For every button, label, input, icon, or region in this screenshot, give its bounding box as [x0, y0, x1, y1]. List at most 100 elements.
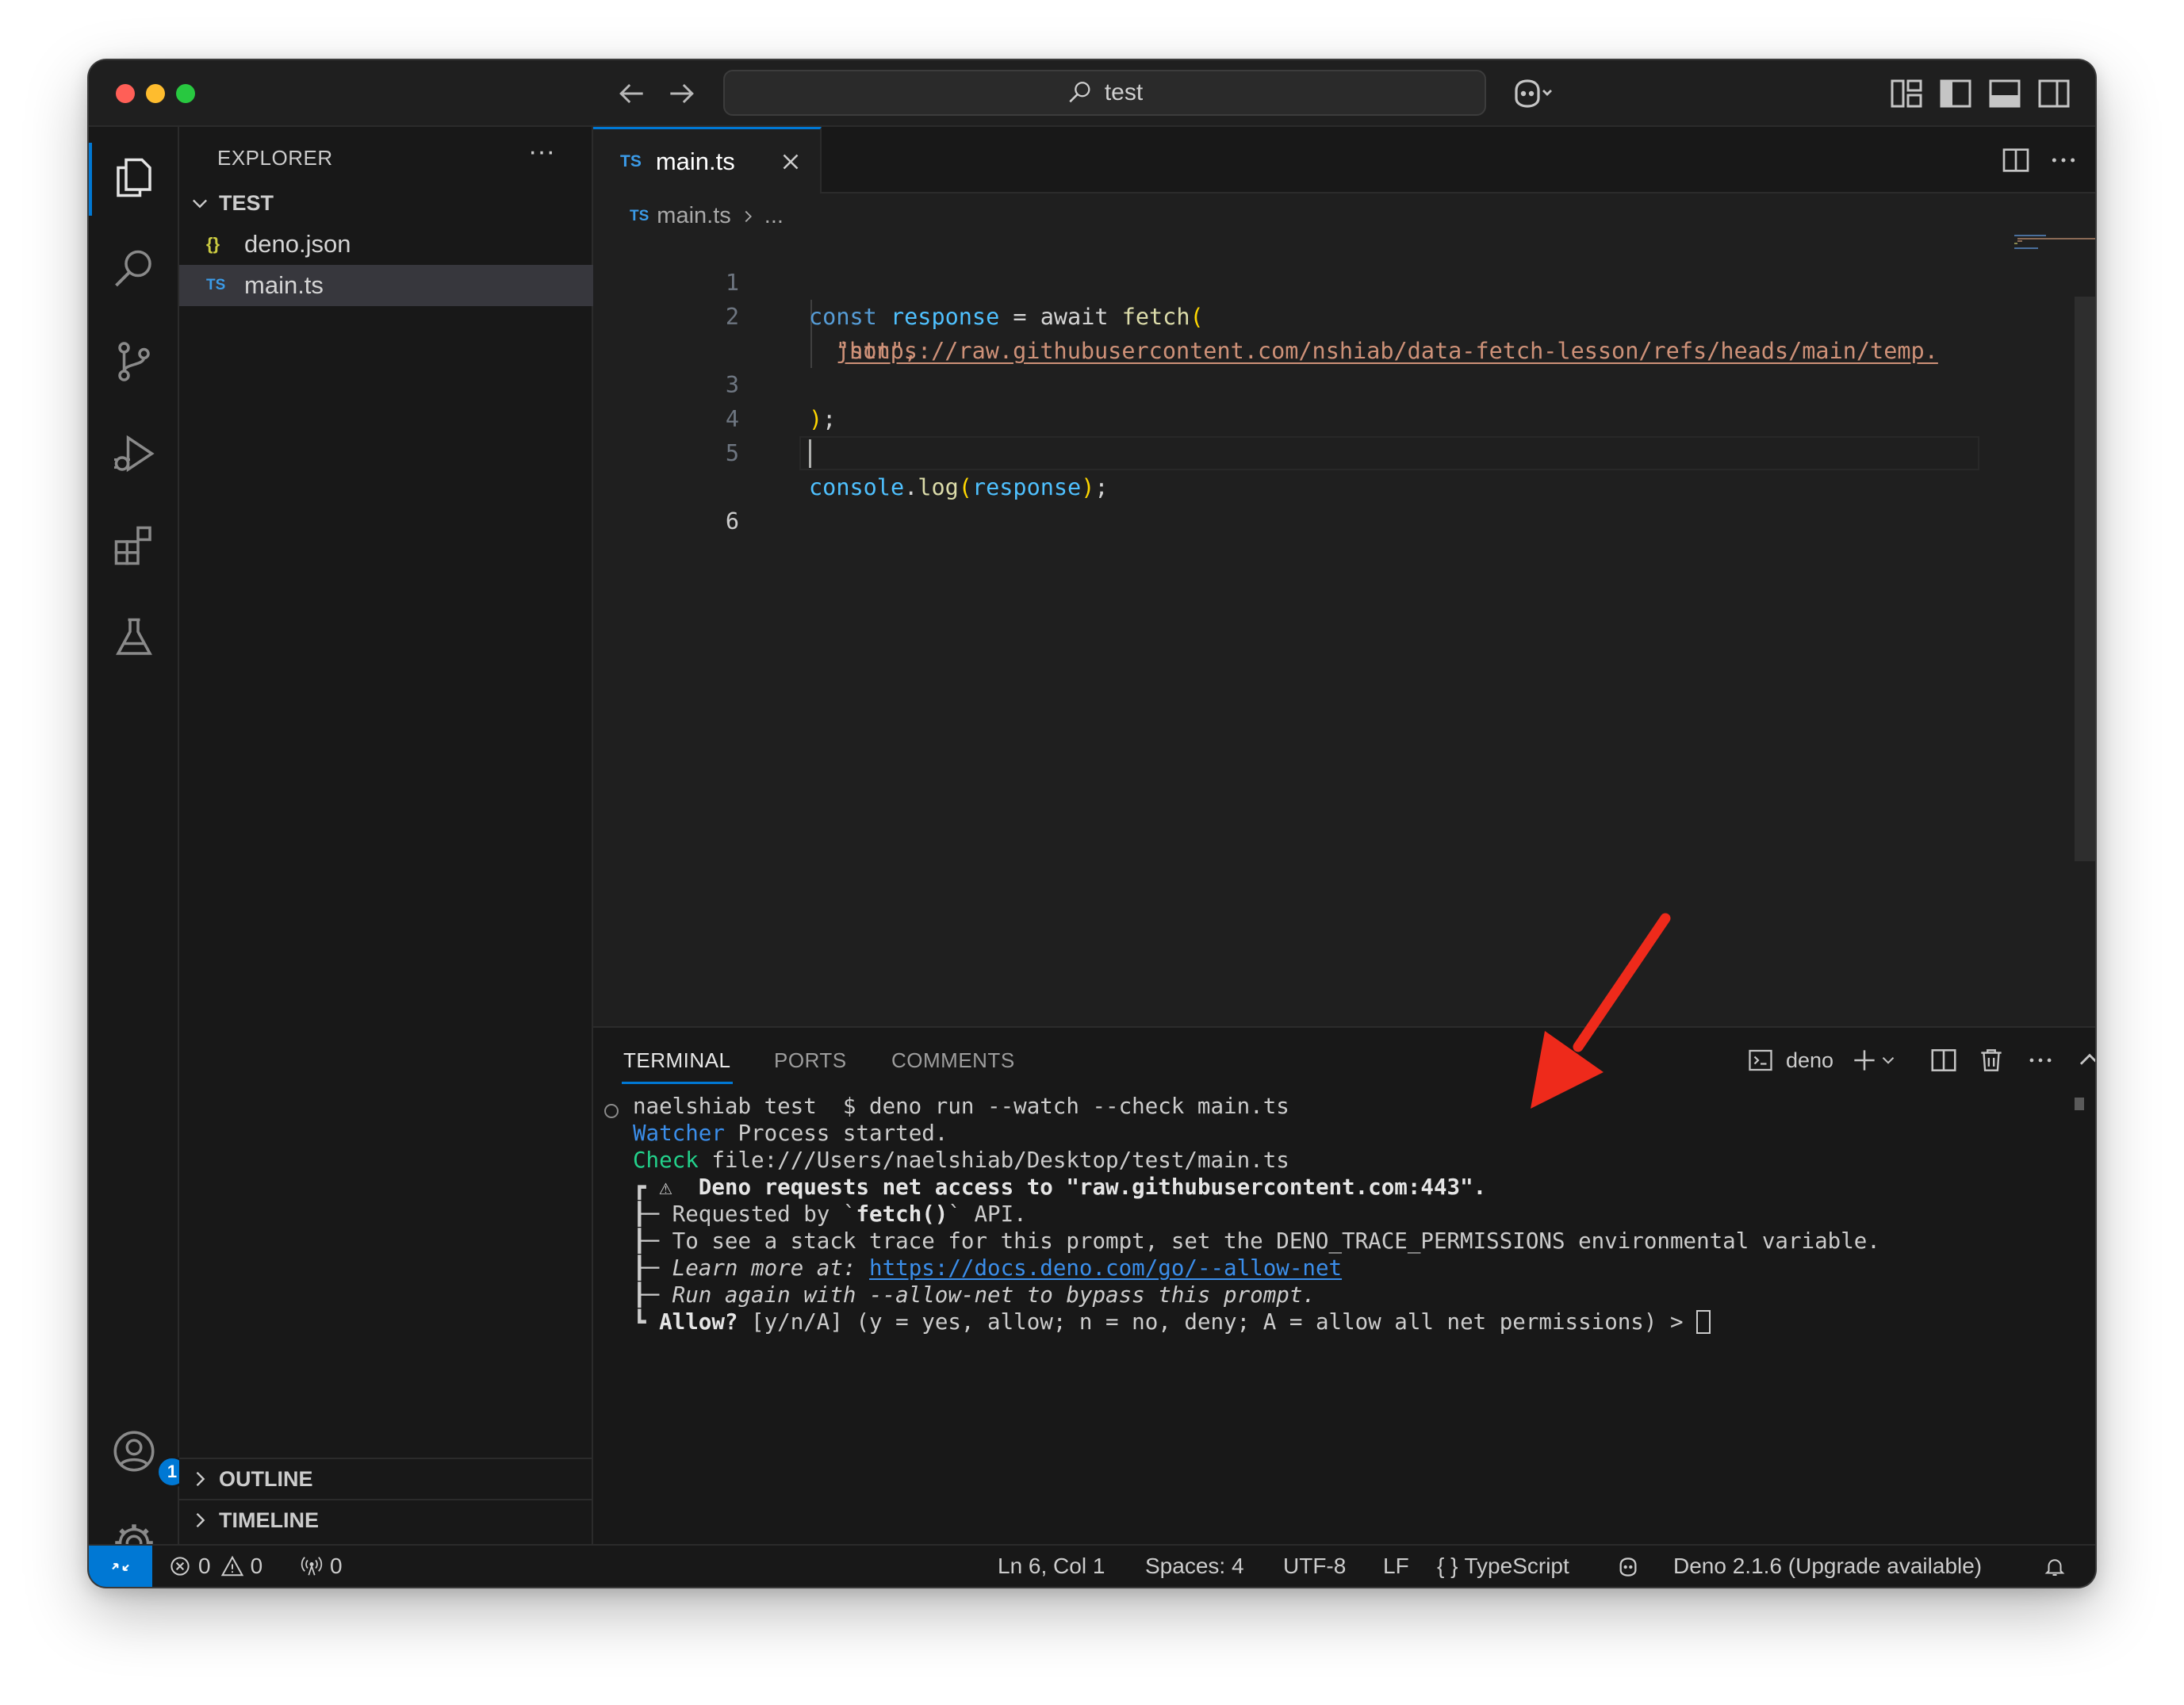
- split-editor-icon[interactable]: [2000, 144, 2032, 176]
- maximize-panel-icon[interactable]: [2075, 1045, 2095, 1075]
- close-window-button[interactable]: [116, 84, 135, 103]
- explorer-more-actions-button[interactable]: ···: [528, 136, 555, 167]
- active-indicator: [89, 143, 92, 216]
- copilot-icon[interactable]: [1510, 75, 1554, 113]
- editor-area: TS main.ts TS main.ts ... 1 const respon…: [593, 127, 2095, 1026]
- back-arrow-icon[interactable]: [614, 76, 649, 111]
- forward-arrow-icon[interactable]: [665, 76, 699, 111]
- chevron-down-icon: [193, 199, 207, 209]
- chevron-right-icon: [196, 1513, 205, 1527]
- ports-count: 0: [330, 1554, 343, 1578]
- deno-version-status[interactable]: Deno 2.1.6 (Upgrade available): [1673, 1554, 1982, 1579]
- source-control-icon[interactable]: [110, 338, 158, 385]
- tab-terminal[interactable]: TERMINAL: [623, 1048, 730, 1073]
- more-actions-icon[interactable]: [2025, 1045, 2056, 1075]
- folder-test[interactable]: TEST: [179, 182, 593, 224]
- breadcrumb: TS main.ts ...: [630, 203, 784, 229]
- terminal-line: ┠─ To see a stack trace for this prompt,…: [633, 1228, 1880, 1255]
- file-main-ts[interactable]: TS main.ts: [179, 265, 593, 306]
- terminal-tree: ┠─: [633, 1282, 672, 1308]
- search-text: test: [1104, 79, 1144, 105]
- language-mode[interactable]: { } TypeScript: [1437, 1554, 1569, 1579]
- end-of-line[interactable]: LF: [1383, 1554, 1409, 1579]
- remote-indicator-button[interactable]: [89, 1546, 152, 1587]
- accounts-button[interactable]: 1: [110, 1427, 188, 1488]
- toggle-primary-sidebar-icon[interactable]: [1937, 75, 1975, 113]
- tab-comments[interactable]: COMMENTS: [891, 1048, 1015, 1073]
- cursor-position[interactable]: Ln 6, Col 1: [998, 1554, 1105, 1579]
- toggle-panel-icon[interactable]: [1986, 75, 2024, 113]
- terminal-line: ┠─ Run again with --allow-net to bypass …: [633, 1282, 1316, 1308]
- code-line-wrapped: json",: [593, 300, 2036, 364]
- minimap[interactable]: [2013, 232, 2095, 263]
- terminal-text: Process started.: [724, 1121, 948, 1146]
- bottom-panel: TERMINAL PORTS COMMENTS deno naelshiab t…: [593, 1026, 2095, 1544]
- outline-section[interactable]: OUTLINE: [179, 1458, 593, 1499]
- minimize-window-button[interactable]: [146, 84, 165, 103]
- sidebar-title: EXPLORER: [217, 146, 333, 170]
- terminal-icon[interactable]: [1746, 1045, 1775, 1075]
- file-name: deno.json: [244, 230, 351, 258]
- indentation[interactable]: Spaces: 4: [1145, 1554, 1244, 1579]
- code-token: console: [809, 474, 905, 500]
- terminal-tree: ┗: [633, 1309, 660, 1335]
- bell-icon[interactable]: [2043, 1555, 2067, 1579]
- title-bar: test: [89, 60, 2095, 127]
- customize-layout-icon[interactable]: [1887, 75, 1925, 113]
- ports-indicator[interactable]: 0: [300, 1554, 343, 1579]
- tab-ports[interactable]: PORTS: [774, 1048, 847, 1073]
- command-status-circle: [604, 1104, 619, 1118]
- terminal-text: Deno requests net access to "raw.githubu…: [698, 1174, 1487, 1200]
- chevron-down-icon[interactable]: [1878, 1045, 1899, 1075]
- terminal-tag: Check: [633, 1148, 699, 1173]
- code-token: ): [1081, 474, 1095, 500]
- folder-name: TEST: [219, 190, 274, 215]
- braces-icon: { }: [1437, 1554, 1458, 1578]
- terminal-line: ┠─ Requested by `fetch()` API.: [633, 1201, 1027, 1228]
- breadcrumb-file[interactable]: main.ts: [657, 203, 730, 229]
- terminal-cursor: [1696, 1310, 1711, 1334]
- explorer-icon[interactable]: [110, 154, 158, 201]
- extensions-icon[interactable]: [110, 522, 158, 569]
- active-tab-indicator: [622, 1082, 733, 1084]
- testing-flask-icon[interactable]: [110, 614, 158, 661]
- copilot-icon[interactable]: [1616, 1554, 1646, 1580]
- typescript-file-icon: TS: [630, 207, 649, 224]
- toggle-secondary-sidebar-icon[interactable]: [2035, 75, 2073, 113]
- terminal-shell-label[interactable]: deno: [1786, 1048, 1833, 1073]
- trash-icon[interactable]: [1976, 1045, 2006, 1075]
- encoding[interactable]: UTF-8: [1283, 1554, 1346, 1579]
- chevron-right-icon: [745, 210, 752, 222]
- editor-scrollbar[interactable]: [2075, 297, 2095, 861]
- line-number: 6: [725, 508, 739, 534]
- terminal-scrollbar[interactable]: [2075, 1098, 2084, 1110]
- maximize-window-button[interactable]: [176, 84, 195, 103]
- error-count: 0: [198, 1554, 211, 1578]
- more-actions-icon[interactable]: [2048, 144, 2079, 176]
- text-cursor: [809, 439, 811, 468]
- current-line-highlight: [799, 436, 1979, 470]
- terminal-tag: Watcher: [633, 1121, 725, 1146]
- timeline-section[interactable]: TIMELINE: [179, 1499, 593, 1540]
- terminal-text: file:///Users/naelshiab/Desktop/test/mai…: [698, 1148, 1289, 1173]
- breadcrumb-symbols[interactable]: ...: [764, 203, 784, 229]
- add-terminal-icon[interactable]: [1849, 1045, 1879, 1075]
- problems-indicator[interactable]: 0 0: [168, 1554, 262, 1579]
- code-line: 2 "https://raw.githubusercontent.com/nsh…: [593, 266, 2036, 364]
- language-label: TypeScript: [1464, 1554, 1569, 1578]
- warning-count: 0: [250, 1554, 263, 1578]
- terminal-text: ` API.: [948, 1201, 1027, 1227]
- code-token: log: [918, 474, 959, 500]
- terminal-link[interactable]: https://docs.deno.com/go/--allow-net: [869, 1255, 1342, 1281]
- close-icon[interactable]: [777, 148, 804, 175]
- search-icon[interactable]: [110, 246, 158, 293]
- terminal-tree: ┏ ⚠: [633, 1174, 699, 1200]
- terminal-text: Requested by `: [672, 1201, 856, 1227]
- status-bar: 0 0 0 Ln 6, Col 1 Spaces: 4 UTF-8 LF { }…: [89, 1544, 2095, 1587]
- outline-label: OUTLINE: [219, 1466, 313, 1491]
- split-terminal-icon[interactable]: [1929, 1045, 1959, 1075]
- run-debug-icon[interactable]: [110, 430, 158, 477]
- command-center-search[interactable]: test: [723, 70, 1486, 116]
- tab-main-ts[interactable]: TS main.ts: [593, 127, 822, 193]
- file-deno-json[interactable]: {} deno.json: [179, 224, 593, 265]
